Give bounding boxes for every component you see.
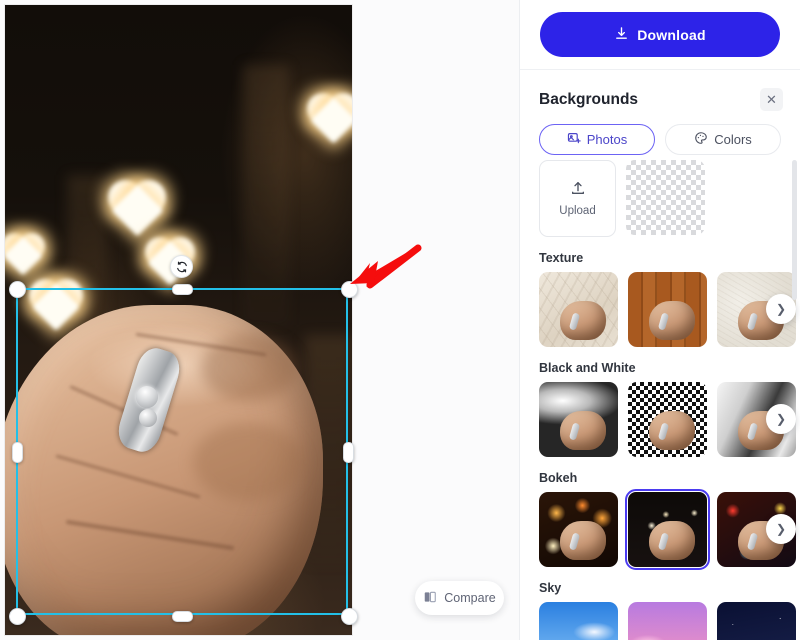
edited-photo[interactable] <box>5 5 352 635</box>
panel-title: Backgrounds <box>539 90 639 108</box>
thumbnail-hand-subject <box>649 520 696 560</box>
source-tabs: Photos Colors <box>520 111 800 155</box>
compare-label: Compare <box>444 591 496 605</box>
section-title-texture: Texture <box>539 251 584 265</box>
section-title-bokeh: Bokeh <box>539 471 578 485</box>
tab-colors[interactable]: Colors <box>665 124 781 155</box>
thumbnail-hand-subject <box>649 300 696 340</box>
top-actions-row: Upload <box>520 155 800 237</box>
thumbnail-bw-silk-swirl[interactable] <box>539 382 618 457</box>
carousel-next-black-and-white[interactable]: ❯ <box>766 404 796 434</box>
compare-button[interactable]: Compare <box>415 581 504 615</box>
thumbnail-bokeh-orange[interactable] <box>539 492 618 567</box>
thumbnail-hand-subject <box>560 300 607 340</box>
thumbnail-sky-blue-clouds[interactable] <box>539 602 618 640</box>
knuckle-shading <box>193 423 303 501</box>
original-transparent-thumbnail[interactable] <box>626 160 705 235</box>
upload-icon <box>570 180 586 199</box>
compare-split-icon <box>423 590 437 607</box>
section-title-black-and-white: Black and White <box>539 361 636 375</box>
panel-scrollbar-thumb[interactable] <box>792 160 797 300</box>
download-button[interactable]: Download <box>540 12 780 57</box>
resize-handle-top-center[interactable] <box>172 284 193 295</box>
upload-label: Upload <box>559 205 596 217</box>
tab-colors-label: Colors <box>714 132 752 147</box>
section-title-sky: Sky <box>539 581 562 595</box>
thumb-row-bokeh: ❯ <box>520 488 800 571</box>
thumbnail-hand-subject <box>560 410 607 450</box>
resize-handle-top-left[interactable] <box>9 281 26 298</box>
palette-icon <box>694 131 708 148</box>
tab-photos-label: Photos <box>586 132 628 147</box>
thumbnail-wood-planks[interactable] <box>628 272 707 347</box>
thumbnail-bw-checkerboard[interactable] <box>628 382 707 457</box>
tab-photos[interactable]: Photos <box>539 124 655 155</box>
ring-gem-secondary <box>139 409 157 427</box>
resize-handle-bottom-left[interactable] <box>9 608 26 625</box>
backgrounds-scroll-region[interactable]: Upload Texture ❯ Black and White ❯ Bokeh… <box>520 155 800 640</box>
light-strip <box>243 65 289 325</box>
download-zone: Download <box>520 0 800 70</box>
thumbnail-crumpled-paper[interactable] <box>539 272 618 347</box>
thumbnail-bokeh-hearts-dark[interactable] <box>624 488 711 571</box>
annotation-arrow <box>350 244 422 289</box>
resize-handle-bottom-center[interactable] <box>172 611 193 622</box>
background-editor-app: Compare Download Backgrounds ✕ Photos Co… <box>0 0 800 640</box>
rotate-icon[interactable] <box>170 255 193 278</box>
heart-bokeh-light <box>108 180 168 238</box>
download-icon <box>614 26 629 44</box>
resize-handle-middle-right[interactable] <box>343 442 354 463</box>
carousel-next-bokeh[interactable]: ❯ <box>766 514 796 544</box>
thumb-row-texture: ❯ <box>520 272 800 347</box>
backgrounds-panel: Download Backgrounds ✕ Photos Colors Upl… <box>519 0 800 640</box>
resize-handle-middle-left[interactable] <box>12 442 23 463</box>
thumbnail-sky-pink-sunset[interactable] <box>628 602 707 640</box>
thumbnail-sky-night-stars[interactable] <box>717 602 796 640</box>
heart-bokeh-light <box>29 279 85 333</box>
panel-header: Backgrounds ✕ <box>520 70 800 111</box>
close-icon[interactable]: ✕ <box>760 88 783 111</box>
heart-bokeh-light <box>307 93 352 145</box>
canvas-area[interactable]: Compare <box>0 0 519 640</box>
thumb-row-black-and-white: ❯ <box>520 382 800 457</box>
heart-bokeh-light <box>5 233 47 277</box>
thumb-row-sky <box>520 602 800 640</box>
download-label: Download <box>637 26 706 43</box>
thumbnail-hand-subject <box>649 410 696 450</box>
resize-handle-bottom-right[interactable] <box>341 608 358 625</box>
add-image-icon <box>567 131 581 148</box>
thumbnail-hand-subject <box>560 520 607 560</box>
upload-button[interactable]: Upload <box>539 160 616 237</box>
